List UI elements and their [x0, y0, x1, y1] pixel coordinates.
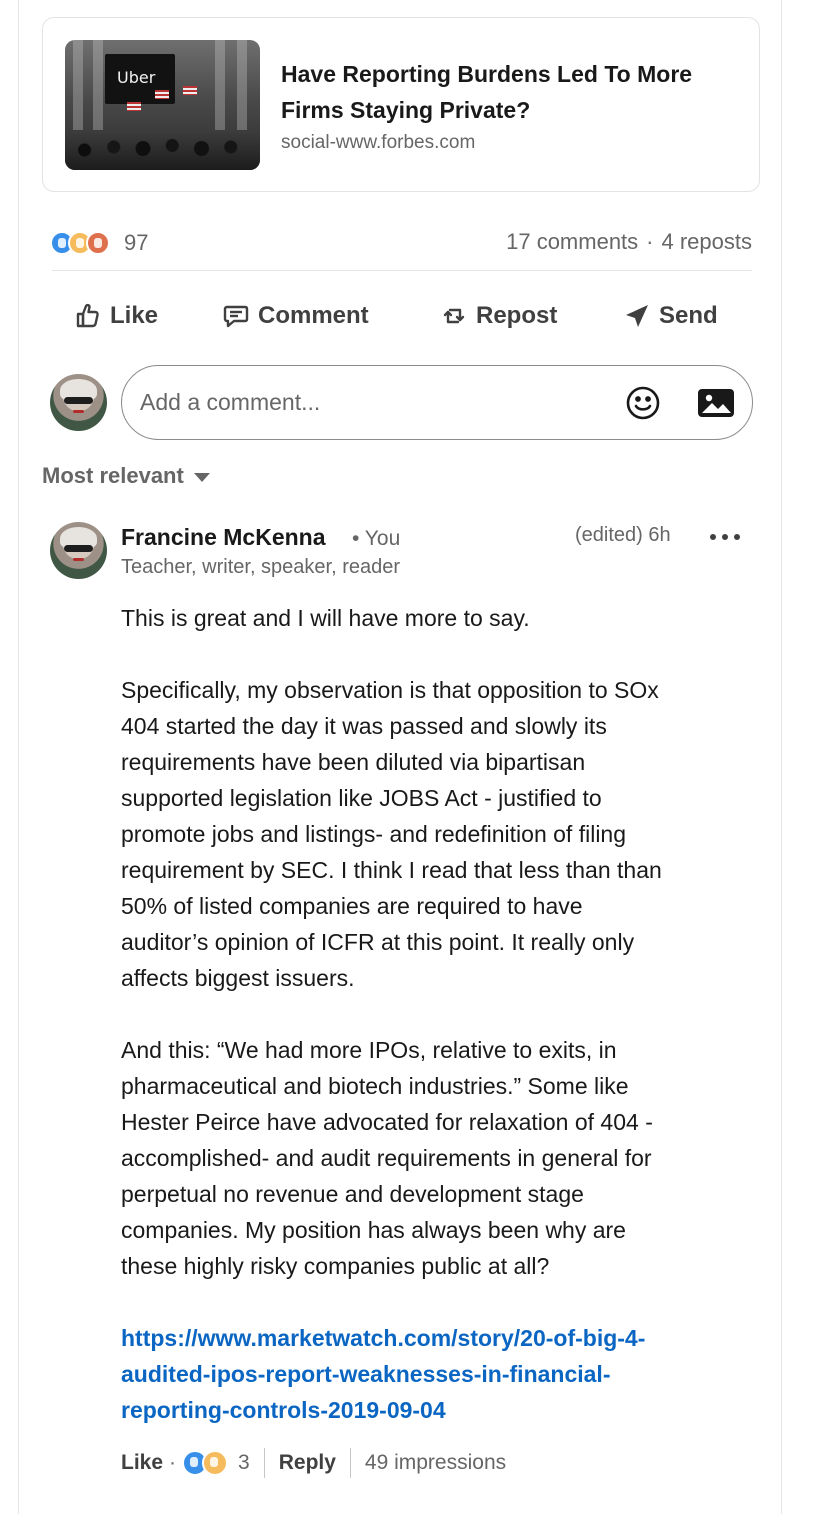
thumbnail-logo-text: Uber	[117, 68, 156, 87]
comment-paragraph-1: This is great and I will have more to sa…	[121, 605, 530, 631]
divider	[52, 270, 752, 271]
article-source: social-www.forbes.com	[281, 132, 476, 153]
you-badge: • You	[352, 527, 401, 550]
comment-author-headline: Teacher, writer, speaker, reader	[121, 556, 401, 578]
comment-author-name[interactable]: Francine McKenna	[121, 524, 326, 551]
marketwatch-link[interactable]: https://www.marketwatch.com/story/20-of-…	[121, 1320, 751, 1428]
send-label: Send	[659, 302, 718, 329]
reaction-count[interactable]: 97	[124, 230, 148, 256]
article-thumbnail[interactable]: Uber	[65, 40, 260, 170]
more-options-icon[interactable]	[710, 526, 740, 548]
comment-reactions[interactable]	[182, 1450, 230, 1476]
feed-border-left	[18, 0, 19, 1514]
repost-icon	[443, 308, 465, 324]
separator-dot: ·	[646, 229, 654, 254]
article-title[interactable]: Have Reporting Burdens Led To More Firms…	[281, 56, 711, 128]
article-preview-card[interactable]: Uber Have Reporting Burdens Led To More …	[42, 17, 760, 192]
footer-dot: ·	[169, 1451, 177, 1474]
like-icon	[76, 303, 99, 328]
comment-label: Comment	[258, 302, 369, 329]
comment-button[interactable]: Comment	[222, 297, 369, 335]
impressions-count[interactable]: 49 impressions	[365, 1451, 506, 1475]
emoji-icon[interactable]	[625, 385, 661, 421]
reply-button[interactable]: Reply	[279, 1451, 336, 1475]
send-icon	[626, 305, 648, 327]
image-icon[interactable]	[697, 388, 735, 418]
caret-down-icon	[193, 473, 210, 482]
comment-icon	[223, 305, 249, 328]
send-button[interactable]: Send	[623, 297, 718, 335]
comments-count-link[interactable]: 17 comments	[506, 229, 638, 255]
comment-input-box[interactable]	[121, 365, 753, 440]
love-reaction-icon	[86, 231, 110, 255]
comment-body: This is great and I will have more to sa…	[121, 600, 751, 1428]
repost-label: Repost	[476, 302, 558, 329]
footer-separator	[263, 1448, 265, 1478]
feed-border-right	[781, 0, 782, 1514]
thumbnail-crowd	[65, 132, 260, 162]
like-label: Like	[110, 302, 159, 329]
comment-author-avatar[interactable]	[50, 522, 107, 579]
reposts-count-link[interactable]: 4 reposts	[662, 229, 753, 255]
current-user-avatar[interactable]	[50, 374, 107, 431]
comment-reaction-count[interactable]: 3	[238, 1451, 250, 1475]
comment-footer: Like · 3 Reply 49 impressions	[121, 1446, 506, 1480]
comment-timestamp: (edited) 6h	[575, 524, 671, 546]
comment-like-button[interactable]: Like	[121, 1451, 163, 1475]
comments-reposts-summary: 17 comments · 4 reposts	[506, 229, 752, 255]
comment-paragraph-2: Specifically, my observation is that opp…	[121, 677, 662, 991]
repost-button[interactable]: Repost	[440, 297, 557, 335]
like-button[interactable]: Like	[74, 297, 158, 335]
footer-separator	[349, 1448, 351, 1478]
insightful-reaction-icon	[202, 1450, 229, 1476]
reaction-icons	[50, 230, 120, 256]
reactions-summary[interactable]: 97	[50, 229, 148, 257]
sort-label: Most relevant	[42, 463, 184, 488]
sort-dropdown[interactable]: Most relevant	[42, 463, 210, 489]
comment-input[interactable]	[140, 389, 600, 416]
comment-paragraph-3: And this: “We had more IPOs, relative to…	[121, 1037, 653, 1279]
